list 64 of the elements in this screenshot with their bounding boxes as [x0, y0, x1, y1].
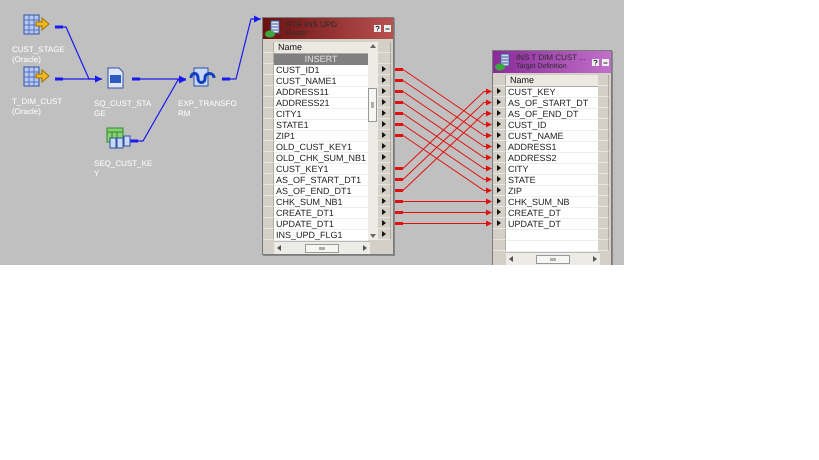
port-name[interactable]: CREATE_DT1 [274, 208, 368, 219]
port-name[interactable]: ADDRESS1 [506, 142, 598, 153]
port-name[interactable]: CUST_ID1 [274, 65, 368, 76]
port-name[interactable]: UPDATE_DT1 [274, 219, 368, 230]
help-icon[interactable] [374, 25, 381, 32]
source-table-icon [22, 64, 50, 88]
scroll-thumb[interactable] [368, 88, 377, 122]
port-stub [55, 26, 63, 28]
transformation-label: SQ_CUST_STAGE [94, 99, 152, 119]
port-stub [132, 78, 140, 80]
horizontal-scrollbar[interactable] [506, 252, 600, 265]
port-name[interactable]: CUST_ID [506, 120, 598, 131]
column-header[interactable]: Name [274, 42, 368, 54]
port-name[interactable]: ADDRESS11 [274, 87, 368, 98]
panel-title: RTR INS UPD [286, 20, 338, 28]
scroll-left-icon[interactable] [509, 256, 513, 262]
port-name[interactable]: CUST_NAME [506, 131, 598, 142]
port-name[interactable]: ADDRESS2 [506, 153, 598, 164]
port-name[interactable]: OLD_CUST_KEY1 [274, 142, 368, 153]
transformation-label: T_DIM_CUST (Oracle) [12, 97, 64, 117]
column-header[interactable]: Name [506, 75, 598, 87]
port-name[interactable]: CUST_KEY [506, 87, 598, 98]
port-stub [222, 78, 230, 80]
port-name[interactable]: AS_OF_END_DT [506, 109, 598, 120]
transformation-label: EXP_TRANSFORM [178, 99, 238, 119]
port-name[interactable]: AS_OF_START_DT1 [274, 175, 368, 186]
scroll-right-icon[interactable] [363, 245, 367, 251]
scroll-down-icon[interactable] [370, 234, 376, 238]
port-name[interactable]: CITY [506, 164, 598, 175]
port-name[interactable]: ZIP1 [274, 131, 368, 142]
port-stub [55, 78, 63, 80]
port-name[interactable]: CUST_KEY1 [274, 164, 368, 175]
port-name[interactable]: INS_UPD_FLG1 [274, 230, 368, 241]
port-stub [130, 140, 138, 142]
source-table-icon [22, 12, 50, 36]
sequence-icon [104, 126, 132, 150]
transformation-label: SEQ_CUST_KEY [94, 159, 154, 179]
port-name[interactable]: UPDATE_DT [506, 219, 598, 230]
panel-title: INS T DIM CUST ... [516, 53, 587, 62]
port-name[interactable]: ADDRESS21 [274, 98, 368, 109]
transformation-label: CUST_STAGE (Oracle) [12, 45, 66, 65]
port-name[interactable]: OLD_CHK_SUM_NB1 [274, 153, 368, 164]
port-name[interactable]: CHK_SUM_NB1 [274, 197, 368, 208]
port-name[interactable]: AS_OF_END_DT1 [274, 186, 368, 197]
port-name[interactable]: ZIP [506, 186, 598, 197]
scroll-left-icon[interactable] [277, 245, 281, 251]
port-name[interactable]: AS_OF_START_DT [506, 98, 598, 109]
help-icon[interactable] [592, 58, 599, 66]
port-name[interactable]: CREATE_DT [506, 208, 598, 219]
group-header: INSERT [274, 54, 368, 65]
link-arrow [230, 16, 261, 80]
port-name[interactable]: CITY1 [274, 109, 368, 120]
port-name[interactable]: STATE1 [274, 120, 368, 131]
scroll-thumb[interactable] [536, 254, 570, 264]
scroll-up-icon[interactable] [370, 44, 376, 48]
port-name[interactable]: CUST_NAME1 [274, 76, 368, 87]
minimize-icon[interactable] [602, 58, 609, 66]
scroll-right-icon[interactable] [593, 256, 597, 262]
port-name[interactable]: CHK_SUM_NB [506, 197, 598, 208]
minimize-icon[interactable] [384, 25, 391, 32]
horizontal-scrollbar[interactable] [274, 241, 370, 254]
port-name[interactable]: STATE [506, 175, 598, 186]
vertical-scrollbar[interactable] [368, 42, 378, 240]
scroll-thumb[interactable] [305, 244, 339, 252]
